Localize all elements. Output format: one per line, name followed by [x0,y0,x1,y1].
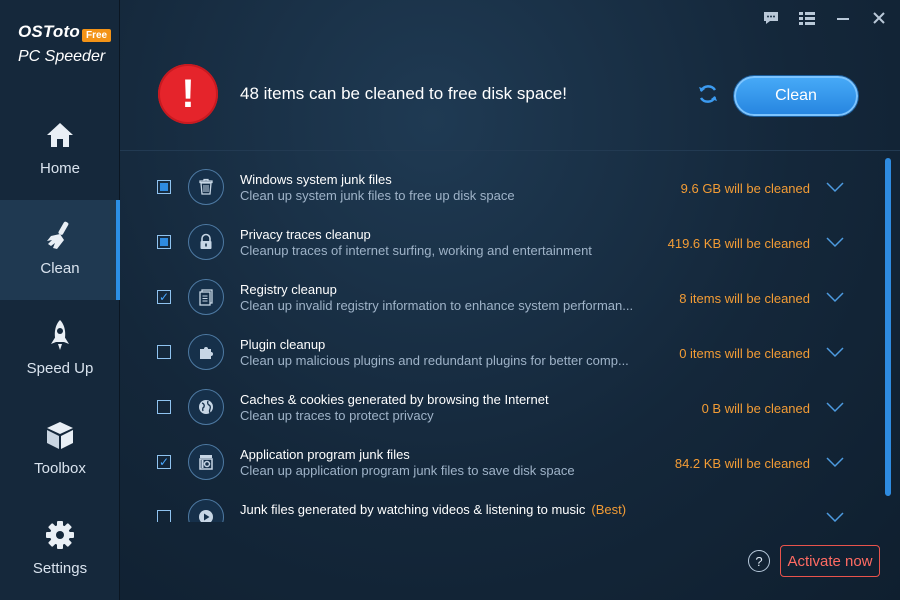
item-title: Privacy traces cleanup [240,227,371,242]
activate-now-button[interactable]: Activate now [780,545,880,577]
play-icon [188,499,224,522]
item-description: Clean up traces to protect privacy [240,408,434,423]
trash-icon [188,169,224,205]
titlebar [760,0,900,36]
item-size: 9.6 GB will be cleaned [680,181,810,196]
minimize-button[interactable] [832,7,854,29]
registry-icon [188,279,224,315]
chevron-down-icon[interactable] [826,181,844,193]
sidebar-item-settings[interactable]: Settings [0,500,120,600]
item-title-text: Junk files generated by watching videos … [240,502,586,517]
sidebar-item-speed-up[interactable]: Speed Up [0,300,120,400]
sidebar-item-label: Settings [32,560,88,577]
item-title: Registry cleanup [240,282,337,297]
item-size: 84.2 KB will be cleaned [674,456,810,471]
item-description: Clean up invalid registry information to… [240,298,634,313]
item-size: 8 items will be cleaned [679,291,810,306]
chevron-down-icon[interactable] [826,456,844,468]
minimize-icon [837,18,849,20]
sidebar-item-home[interactable]: Home [0,100,120,200]
chevron-down-icon[interactable] [826,401,844,413]
free-badge: Free [82,29,112,42]
close-button[interactable] [868,7,890,29]
item-checkbox[interactable] [157,235,171,249]
list-item: Windows system junk files Clean up syste… [120,152,860,207]
list-item: Privacy traces cleanup Cleanup traces of… [120,207,860,262]
chevron-down-icon[interactable] [826,291,844,303]
sidebar-item-label: Home [39,160,80,177]
box-icon [47,422,73,449]
clean-items-list: Windows system junk files Clean up syste… [120,152,880,522]
item-title: Caches & cookies generated by browsing t… [240,392,549,407]
chevron-down-icon[interactable] [826,346,844,358]
brand-subtitle: PC Speeder [18,48,106,65]
sidebar-item-label: Toolbox [34,460,86,477]
list-item: Caches & cookies generated by browsing t… [120,372,860,427]
item-checkbox[interactable] [157,180,171,194]
help-button[interactable]: ? [748,550,770,572]
alert-icon: ! [158,64,218,124]
item-description: Clean up system junk files to free up di… [240,188,515,203]
lock-icon [188,224,224,260]
app-junk-icon [188,444,224,480]
sidebar-item-label: Clean [40,260,80,277]
brush-icon [47,221,69,249]
home-icon [47,123,73,147]
chevron-down-icon[interactable] [826,236,844,248]
sidebar-item-toolbox[interactable]: Toolbox [0,400,120,500]
item-description: Clean up malicious plugins and redundant… [240,353,629,368]
chevron-down-icon[interactable] [826,511,844,522]
list-item: Registry cleanup Clean up invalid regist… [120,262,860,317]
sidebar-item-clean[interactable]: Clean [0,200,120,300]
item-checkbox[interactable] [157,345,171,359]
feedback-icon [764,12,778,24]
rocket-icon [51,320,69,350]
menu-icon [799,12,815,25]
item-description: Clean up application program junk files … [240,463,575,478]
globe-icon [188,389,224,425]
main-panel: ! 48 items can be cleaned to free disk s… [120,0,900,600]
list-item: Plugin cleanup Clean up malicious plugin… [120,317,860,372]
item-title: Plugin cleanup [240,337,326,352]
item-size: 419.6 KB will be cleaned [667,236,810,251]
item-checkbox[interactable] [157,400,171,414]
best-badge: (Best) [591,502,627,517]
brand-logo: OSToto Free PC Speeder [18,22,112,66]
brand-name: OSToto [18,22,80,41]
list-item: Junk files generated by watching videos … [120,482,860,522]
item-title: Application program junk files [240,447,410,462]
item-size: 0 items will be cleaned [679,346,810,361]
item-title: Windows system junk files [240,172,392,187]
puzzle-icon [188,334,224,370]
item-checkbox[interactable] [157,290,171,304]
list-item: Application program junk files Clean up … [120,427,860,482]
scrollbar-thumb[interactable] [885,158,891,496]
gear-icon [46,521,74,549]
clean-button[interactable]: Clean [734,76,858,116]
item-checkbox[interactable] [157,455,171,469]
divider [120,150,900,151]
close-icon [873,12,885,24]
refresh-icon[interactable] [696,82,720,106]
item-title: Junk files generated by watching videos … [240,502,626,517]
scrollbar[interactable] [885,158,891,496]
scan-result-header: ! 48 items can be cleaned to free disk s… [120,40,900,150]
feedback-button[interactable] [760,7,782,29]
sidebar: OSToto Free PC Speeder Home Clean Speed … [0,0,120,600]
item-description: Cleanup traces of internet surfing, work… [240,243,592,258]
sidebar-item-label: Speed Up [26,360,94,377]
item-checkbox[interactable] [157,510,171,522]
menu-button[interactable] [796,7,818,29]
scan-headline: 48 items can be cleaned to free disk spa… [240,84,567,103]
item-size: 0 B will be cleaned [701,401,810,416]
